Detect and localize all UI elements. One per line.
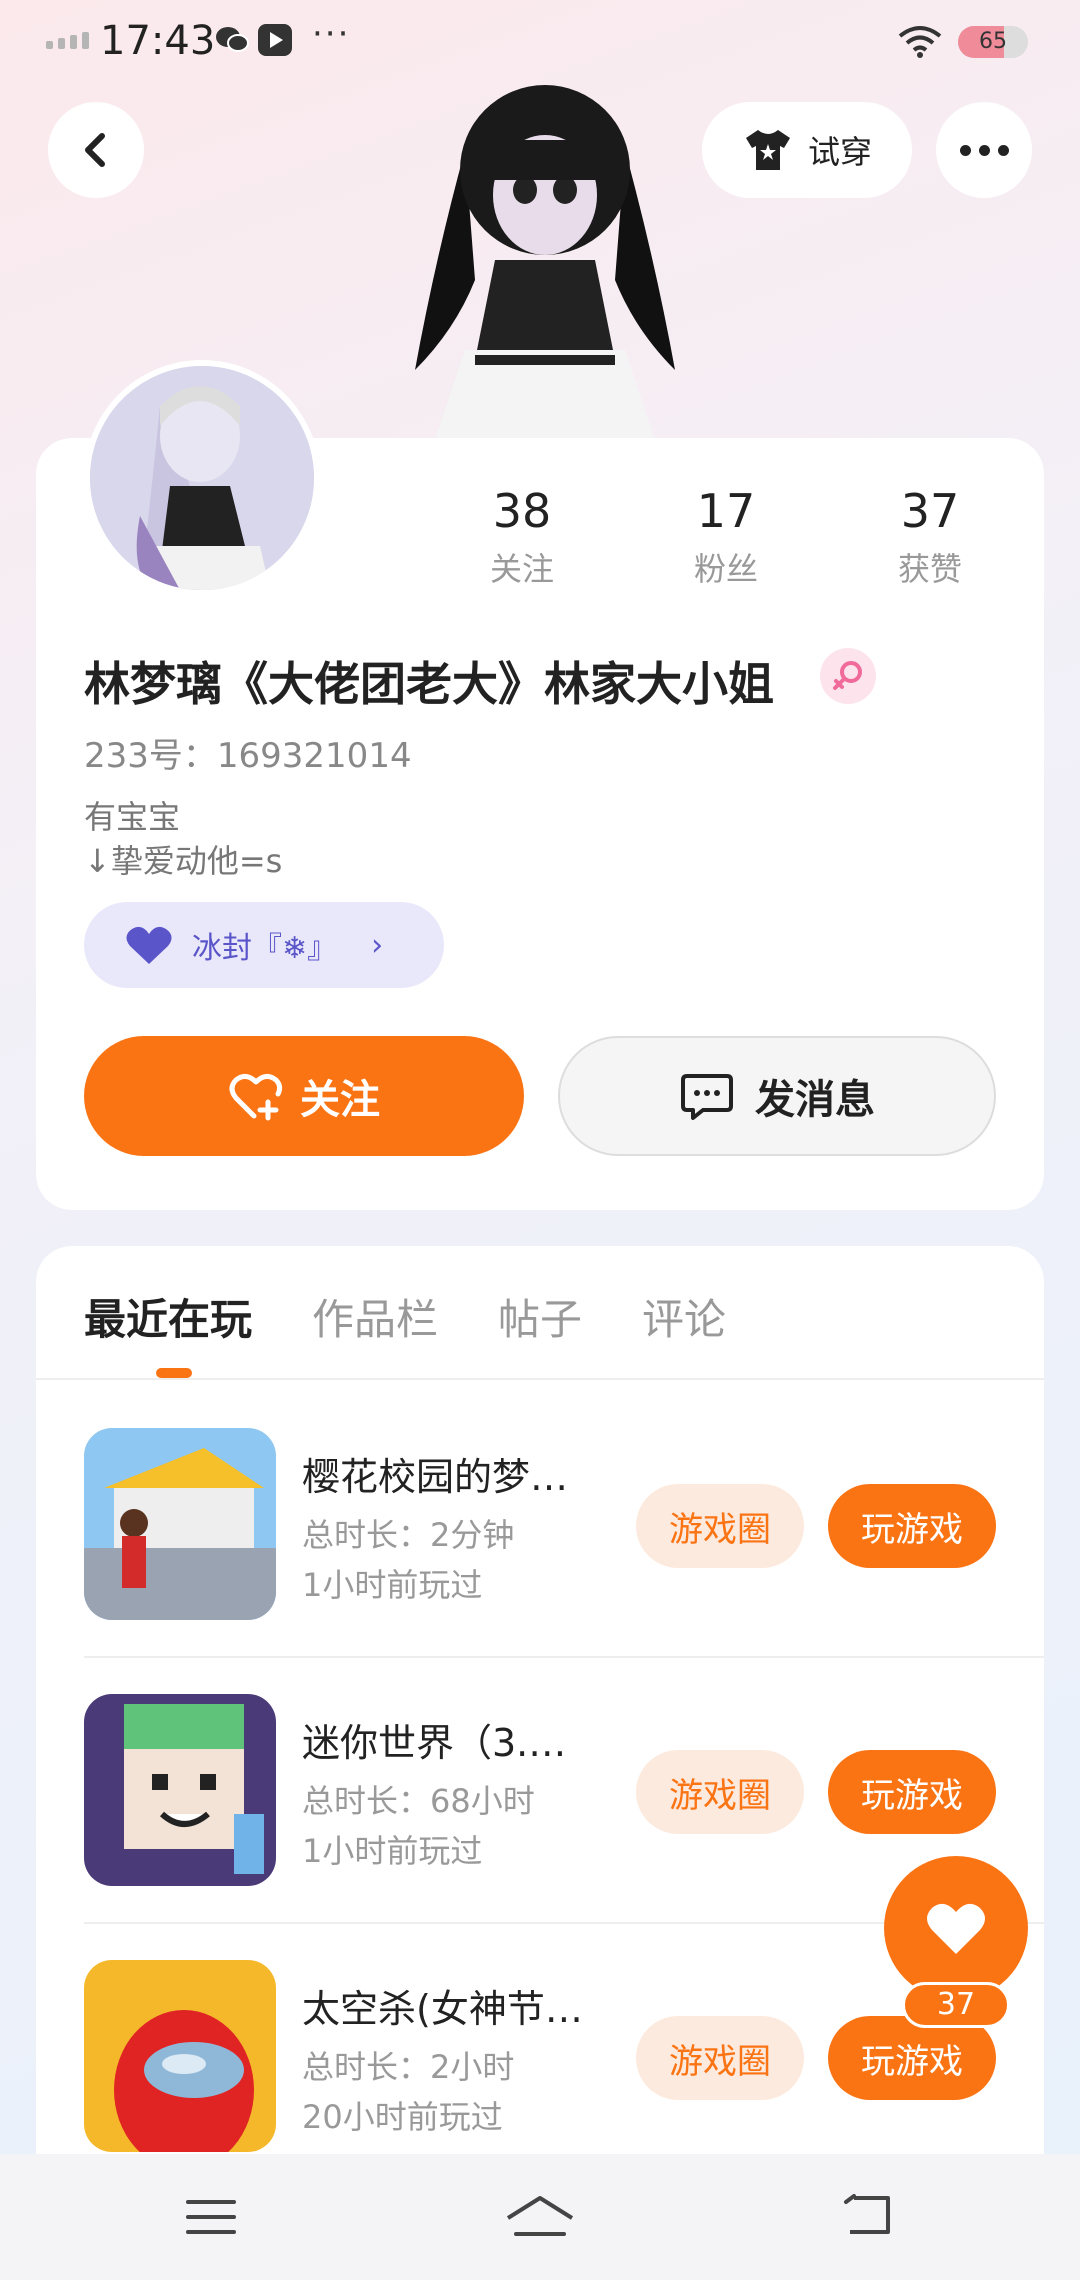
game-duration: 总时长：68小时 xyxy=(302,1782,535,1820)
status-bar: 17:43 ··· 65 xyxy=(0,0,1080,84)
game-circle-button[interactable]: 游戏圈 xyxy=(636,1484,804,1568)
tab-indicator xyxy=(156,1368,192,1378)
game-circle-button[interactable]: 游戏圈 xyxy=(636,1750,804,1834)
more-button[interactable] xyxy=(936,102,1032,198)
status-more-icon: ··· xyxy=(312,14,351,54)
status-time: 17:43 xyxy=(100,18,216,64)
tab-comments[interactable]: 评论 xyxy=(642,1286,726,1347)
stat-likes-count: 37 xyxy=(900,484,960,538)
stat-likes[interactable]: 37 获赞 xyxy=(860,484,1000,590)
game-last-played: 20小时前玩过 xyxy=(302,2098,503,2136)
video-app-icon xyxy=(258,24,292,56)
follow-label: 关注 xyxy=(300,1077,380,1123)
tab-recently-played[interactable]: 最近在玩 xyxy=(84,1286,252,1347)
heart-badge-icon xyxy=(126,926,172,964)
user-name: 林梦璃《大佬团老大》林家大小姐 xyxy=(84,657,774,711)
wechat-icon xyxy=(216,27,249,52)
play-game-button[interactable]: 玩游戏 xyxy=(828,1750,996,1834)
chat-bubble-icon xyxy=(681,1074,733,1120)
game-duration: 总时长：2分钟 xyxy=(302,1516,515,1554)
divider xyxy=(84,1656,1044,1658)
message-button[interactable]: 发消息 xyxy=(558,1036,996,1156)
stat-fans-count: 17 xyxy=(696,484,756,538)
game-last-played: 1小时前玩过 xyxy=(302,1832,483,1870)
like-count: 37 xyxy=(902,1982,1010,2028)
chevron-right-icon: › xyxy=(371,927,384,963)
back-button[interactable] xyxy=(48,102,144,198)
play-game-button[interactable]: 玩游戏 xyxy=(828,1484,996,1568)
tab-works[interactable]: 作品栏 xyxy=(312,1286,438,1347)
game-duration: 总时长：2小时 xyxy=(302,2048,515,2086)
tab-posts[interactable]: 帖子 xyxy=(498,1286,582,1347)
signal-icon xyxy=(46,32,89,49)
female-gender-icon xyxy=(820,648,876,704)
user-id: 233号：169321014 xyxy=(84,736,412,776)
more-icon xyxy=(959,144,971,156)
try-on-label: 试穿 xyxy=(807,133,872,171)
game-thumbnail[interactable] xyxy=(84,1960,276,2152)
game-name: 太空杀(女神节… xyxy=(302,1987,583,2031)
menu-icon[interactable] xyxy=(186,2200,236,2245)
game-row[interactable]: 樱花校园的梦… 总时长：2分钟 1小时前玩过 游戏圈 玩游戏 xyxy=(84,1428,1044,1694)
back-nav-icon[interactable] xyxy=(842,2192,894,2240)
bio-line-2: ↓挚爱动他=s xyxy=(84,842,283,880)
stat-fans[interactable]: 17 粉丝 xyxy=(656,484,796,590)
message-label: 发消息 xyxy=(755,1077,875,1123)
game-name: 迷你世界（3.… xyxy=(302,1721,567,1765)
back-icon xyxy=(85,133,105,167)
like-button[interactable] xyxy=(884,1856,1028,2000)
try-on-button[interactable]: 试穿 xyxy=(702,102,912,198)
heart-plus-icon xyxy=(229,1074,283,1121)
group-badge[interactable]: 冰封『❄』 › xyxy=(84,902,444,988)
avatar-figure-image xyxy=(415,85,675,440)
more-icon-dot xyxy=(997,144,1009,156)
profile-tabs: 最近在玩 作品栏 帖子 评论 xyxy=(84,1286,726,1347)
more-icon-dot xyxy=(978,144,990,156)
group-badge-label: 冰封『❄』 xyxy=(192,931,338,966)
follow-button[interactable]: 关注 xyxy=(84,1036,524,1156)
avatar[interactable] xyxy=(84,360,320,596)
game-thumbnail[interactable] xyxy=(84,1694,276,1886)
bio-line-1: 有宝宝 xyxy=(84,798,181,836)
home-icon[interactable] xyxy=(504,2194,576,2238)
heart-icon xyxy=(927,1903,985,1954)
stat-fans-label: 粉丝 xyxy=(693,550,758,588)
stat-following-label: 关注 xyxy=(489,550,554,588)
divider xyxy=(36,1378,1044,1380)
game-last-played: 1小时前玩过 xyxy=(302,1566,483,1604)
game-thumbnail[interactable] xyxy=(84,1428,276,1620)
play-game-button[interactable]: 玩游戏 xyxy=(828,2016,996,2100)
shirt-icon xyxy=(745,130,790,170)
avatar-image xyxy=(90,366,314,590)
wifi-icon xyxy=(898,26,942,58)
stat-following[interactable]: 38 关注 xyxy=(452,484,592,590)
stat-likes-label: 获赞 xyxy=(897,550,962,588)
game-circle-button[interactable]: 游戏圈 xyxy=(636,2016,804,2100)
battery-level: 65 xyxy=(979,29,1007,54)
battery-icon: 65 xyxy=(958,26,1028,58)
stat-following-count: 38 xyxy=(492,484,552,538)
game-name: 樱花校园的梦… xyxy=(302,1455,569,1499)
